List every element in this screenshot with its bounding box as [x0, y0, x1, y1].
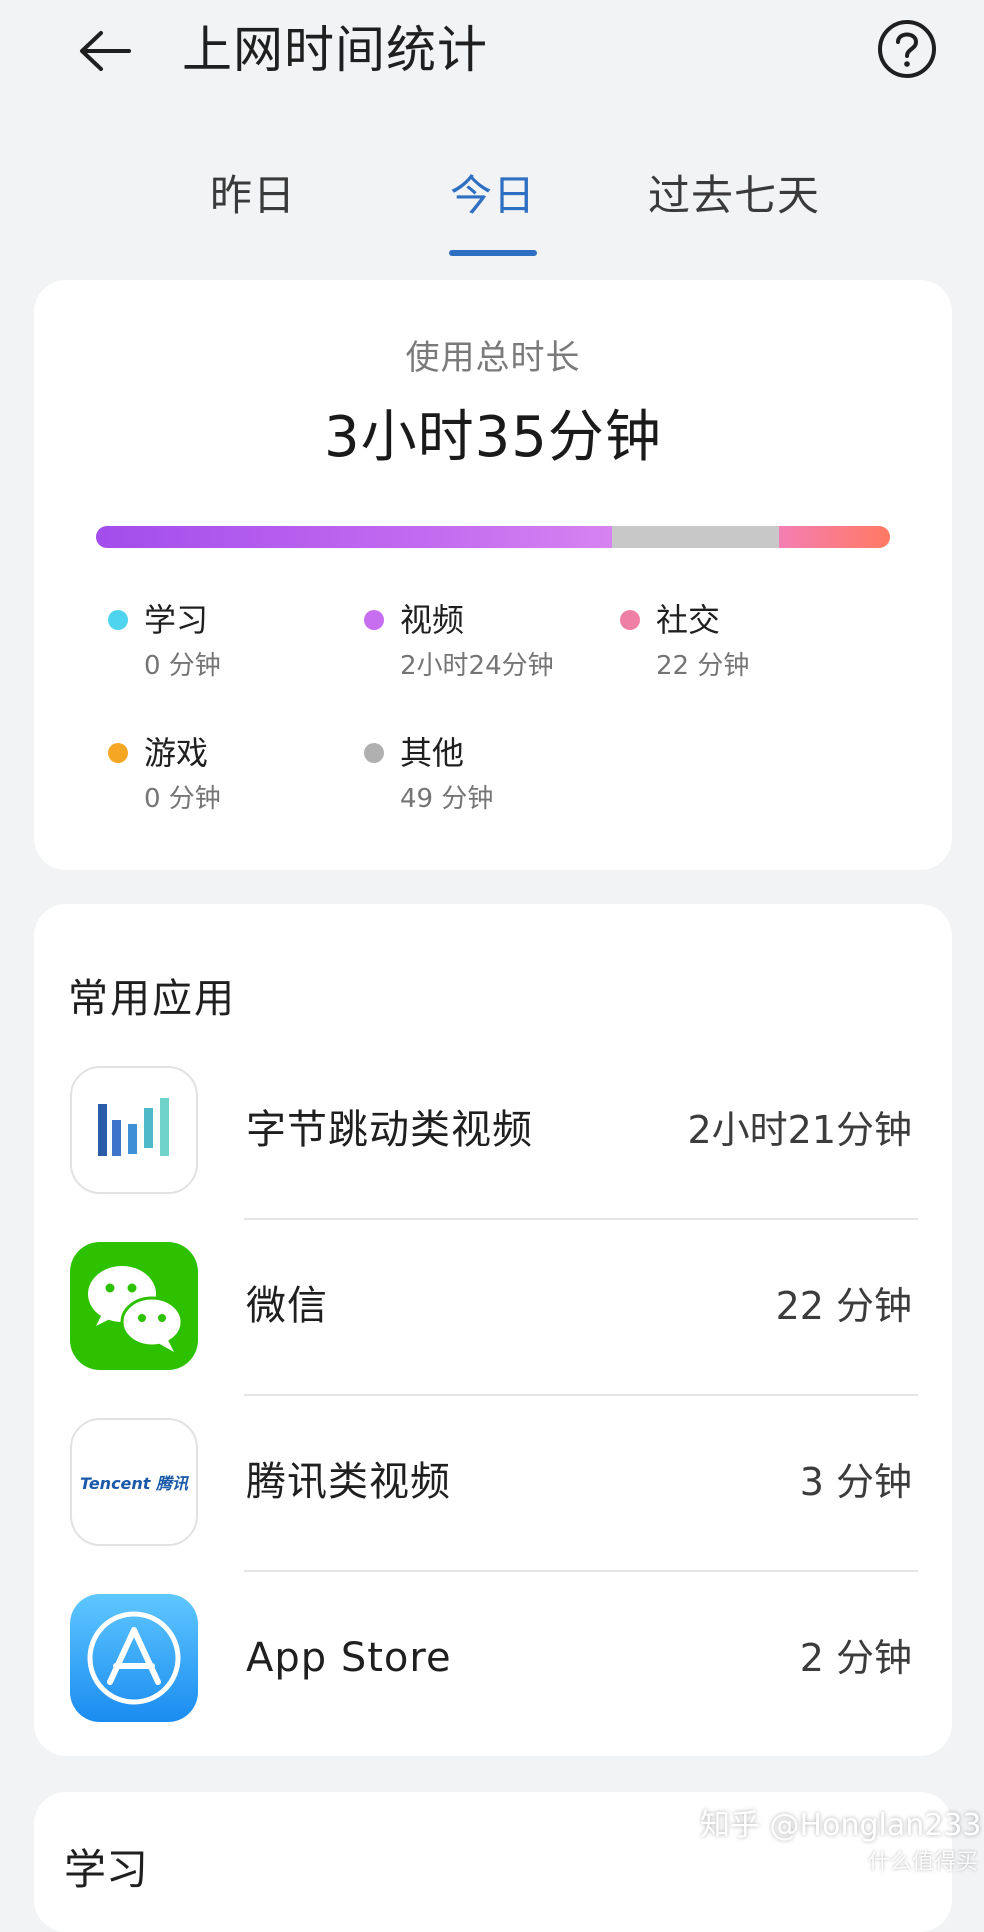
legend-dot — [364, 743, 384, 763]
tab-yesterday[interactable]: 昨日 — [210, 168, 296, 224]
tencent-logo-text: Tencent 腾讯 — [79, 1474, 189, 1493]
legend-dot — [364, 610, 384, 630]
usage-breakdown-bar — [96, 526, 890, 548]
watermark-text: 知乎 @Honglan233 — [700, 1808, 982, 1843]
app-usage-time: 2 分钟 — [799, 1636, 912, 1680]
app-name: 腾讯类视频 — [246, 1459, 451, 1505]
app-row-bytedance-video[interactable]: 字节跳动类视频 2小时21分钟 — [34, 1042, 952, 1218]
usage-bar-social-segment — [778, 526, 890, 548]
frequent-apps-title: 常用应用 — [68, 976, 236, 1022]
legend-name: 社交 — [656, 601, 721, 639]
study-card-title: 学习 — [64, 1845, 149, 1894]
watermark-subtext: 什么值得买 — [867, 1850, 978, 1875]
tab-past-seven-days[interactable]: 过去七天 — [648, 168, 820, 224]
legend-time: 0 分钟 — [144, 784, 221, 814]
legend-dot — [620, 610, 640, 630]
usage-bar-other-segment — [612, 526, 779, 548]
legend-item-study: 学习 0 分钟 — [108, 592, 348, 692]
date-tabs: 昨日 今日 过去七天 — [0, 150, 984, 260]
wechat-icon — [70, 1242, 198, 1370]
app-name: 微信 — [246, 1283, 328, 1329]
frequent-apps-card: 常用应用 字节跳动类视频 2小时21分钟 微信 22 分钟 Tencent 腾讯… — [34, 904, 952, 1756]
usage-bar-video-segment — [96, 526, 613, 548]
app-usage-time: 2小时21分钟 — [687, 1108, 912, 1152]
question-circle-icon — [878, 20, 936, 78]
usage-summary-card: 使用总时长 3小时35分钟 学习 0 分钟 视频 2小时24分钟 社交 22 分… — [34, 280, 952, 870]
total-duration-label: 使用总时长 — [405, 338, 581, 378]
legend-time: 2小时24分钟 — [400, 651, 554, 681]
back-button[interactable] — [70, 16, 140, 86]
app-usage-time: 22 分钟 — [775, 1284, 912, 1328]
header: 上网时间统计 — [0, 0, 984, 110]
tencent-logo-icon: Tencent 腾讯 — [70, 1418, 198, 1546]
legend-item-video: 视频 2小时24分钟 — [364, 592, 604, 692]
legend-time: 22 分钟 — [656, 651, 750, 681]
app-row-app-store[interactable]: App Store 2 分钟 — [34, 1570, 952, 1746]
legend-name: 游戏 — [144, 734, 209, 772]
app-name: App Store — [246, 1635, 452, 1681]
app-row-tencent-video[interactable]: Tencent 腾讯 腾讯类视频 3 分钟 — [34, 1394, 952, 1570]
app-store-icon — [70, 1594, 198, 1722]
legend-name: 其他 — [400, 734, 465, 772]
legend-name: 学习 — [144, 601, 209, 639]
legend-dot — [108, 610, 128, 630]
legend-time: 0 分钟 — [144, 651, 221, 681]
legend-dot — [108, 743, 128, 763]
legend-item-other: 其他 49 分钟 — [364, 725, 604, 825]
page-title: 上网时间统计 — [182, 21, 488, 79]
app-row-wechat[interactable]: 微信 22 分钟 — [34, 1218, 952, 1394]
tab-today[interactable]: 今日 — [450, 168, 536, 224]
bytedance-bars-icon — [70, 1066, 198, 1194]
help-button[interactable] — [874, 16, 940, 82]
legend-item-social: 社交 22 分钟 — [620, 592, 860, 692]
app-usage-time: 3 分钟 — [799, 1460, 912, 1504]
app-name: 字节跳动类视频 — [246, 1107, 533, 1153]
legend-time: 49 分钟 — [400, 784, 494, 814]
active-tab-indicator — [449, 250, 537, 256]
legend-item-games: 游戏 0 分钟 — [108, 725, 348, 825]
arrow-left-icon — [80, 31, 131, 71]
total-duration-value: 3小时35分钟 — [324, 405, 662, 470]
legend-name: 视频 — [400, 601, 465, 639]
